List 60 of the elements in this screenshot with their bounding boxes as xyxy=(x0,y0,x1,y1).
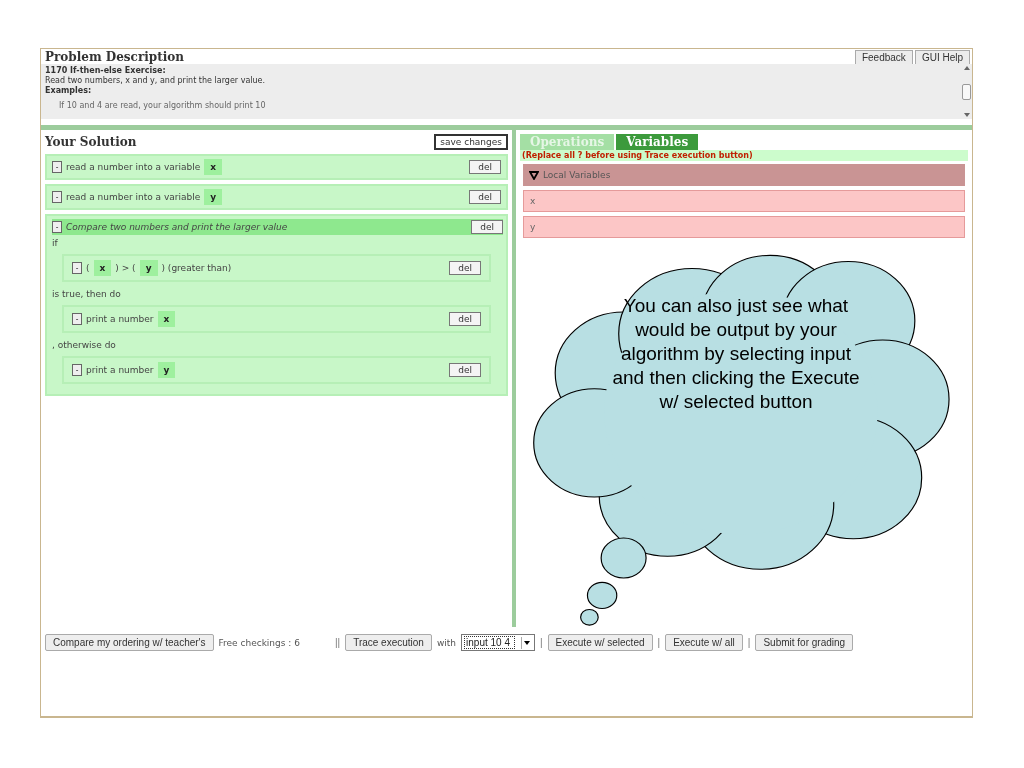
delete-button[interactable]: del xyxy=(469,190,501,204)
toolbar-button[interactable]: Execute w/ all xyxy=(665,634,743,651)
exercise-title: 1170 If-then-else Exercise: xyxy=(45,66,167,76)
toolbar-button[interactable]: Submit for grading xyxy=(755,634,854,651)
toolbar-button[interactable]: Execute w/ selected xyxy=(547,634,653,651)
section-title: Your Solution xyxy=(45,135,137,149)
input-dropdown[interactable]: input 10 4 xyxy=(461,634,535,651)
variable-chip: y xyxy=(157,362,176,378)
statement-text: ( xyxy=(86,263,90,273)
collapse-button[interactable]: - xyxy=(52,221,62,233)
delete-button[interactable]: del xyxy=(469,160,501,174)
separator-text: | xyxy=(657,637,661,648)
toolbar-button[interactable]: Trace execution xyxy=(345,634,432,651)
separator-text: || xyxy=(334,637,341,648)
block-title: Compare two numbers and print the larger value xyxy=(66,222,288,232)
example-text: If 10 and 4 are read, your algorithm should print 10 xyxy=(58,101,267,111)
toolbar-label: with xyxy=(436,637,457,648)
variable-chip: y xyxy=(139,260,158,276)
statement-text: print a number xyxy=(86,314,154,324)
save-button[interactable]: save changes xyxy=(434,134,508,150)
separator-text: | xyxy=(747,637,751,648)
delete-button[interactable]: del xyxy=(449,261,481,275)
tab[interactable]: Variables xyxy=(616,134,699,150)
header-button[interactable]: GUI Help xyxy=(914,50,970,64)
collapse-button[interactable]: - xyxy=(72,364,82,376)
examples-label: Examples: xyxy=(45,86,93,96)
keyword-label: is true, then do xyxy=(52,288,122,301)
statement-text: read a number into a variable xyxy=(66,192,201,202)
statement-text: print a number xyxy=(86,365,154,375)
variable-chip: y xyxy=(204,189,223,205)
toolbar-label: Free checkings : 6 xyxy=(218,637,300,648)
callout-text: You can also just see what would be output by your algorithm by selecting input and then clicking the Execute w/ selected button xyxy=(611,294,861,414)
variable-chip: x xyxy=(157,311,176,327)
separator-text: | xyxy=(539,637,543,648)
statement-text: ) > ( xyxy=(115,263,136,273)
collapse-button[interactable]: - xyxy=(72,262,82,274)
variable-chip: x xyxy=(204,159,223,175)
collapse-button[interactable]: - xyxy=(72,313,82,325)
collapse-button[interactable]: - xyxy=(52,191,62,203)
variable-chip: x xyxy=(93,260,112,276)
toolbar-button[interactable]: Compare my ordering w/ teacher's xyxy=(45,634,214,651)
section-label: Local Variables xyxy=(543,170,611,180)
keyword-label: if xyxy=(52,237,59,250)
delete-button[interactable]: del xyxy=(449,312,481,326)
statement-text: ) (greater than) xyxy=(161,263,232,273)
delete-button[interactable]: del xyxy=(471,220,503,234)
variable-row[interactable]: x xyxy=(523,190,965,212)
description-text: Read two numbers, x and y, and print the larger value. xyxy=(45,76,267,86)
delete-button[interactable]: del xyxy=(449,363,481,377)
notice-text: (Replace all ? before using Trace execution button) xyxy=(520,150,968,161)
scrollbar[interactable] xyxy=(961,64,972,119)
keyword-label: , otherwise do xyxy=(52,339,117,352)
dropdown-arrow-icon xyxy=(520,636,532,649)
scroll-up-icon[interactable] xyxy=(963,66,970,70)
variable-row[interactable]: y xyxy=(523,216,965,238)
scroll-down-icon[interactable] xyxy=(963,113,970,117)
section-title: Problem Description xyxy=(45,50,184,64)
header-button[interactable]: Feedback xyxy=(854,50,913,64)
collapse-button[interactable]: - xyxy=(52,161,62,173)
statement-text: read a number into a variable xyxy=(66,162,201,172)
